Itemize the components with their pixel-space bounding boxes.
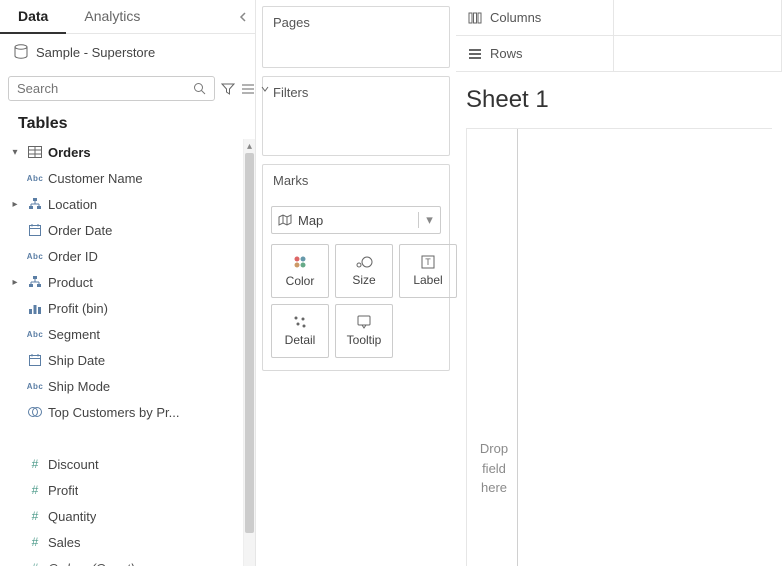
field-segment[interactable]: Abc Segment [0,321,247,347]
field-ship-date[interactable]: Ship Date [0,347,247,373]
data-source-row[interactable]: Sample - Superstore [0,34,255,70]
hierarchy-icon [28,276,42,288]
chevron-left-icon [239,12,247,22]
mark-size-button[interactable]: Size [335,244,393,298]
bin-icon [28,302,42,314]
view-mode-button[interactable] [241,83,255,95]
field-profit-bin[interactable]: Profit (bin) [0,295,247,321]
mark-tooltip-button[interactable]: Tooltip [335,304,393,358]
rows-icon [468,48,482,60]
field-discount[interactable]: # Discount [0,451,247,477]
field-quantity[interactable]: # Quantity [0,503,247,529]
pages-card[interactable]: Pages [262,6,450,68]
rows-shelf[interactable]: Rows [456,36,782,72]
chevron-right-icon[interactable]: ▸ [8,277,22,288]
chevron-right-icon[interactable]: ▸ [8,199,22,210]
datasource-icon [14,44,28,60]
caret-down-icon: ▾ [418,212,440,228]
columns-icon [468,12,482,24]
marks-title: Marks [263,165,449,196]
drop-field-hint: Drop field here [474,439,514,498]
rows-label: Rows [490,46,523,61]
filter-icon [221,82,235,96]
axis-rule [517,129,518,566]
label-icon: T [421,255,435,269]
table-orders[interactable]: ▾ Orders [0,139,247,165]
tooltip-icon [357,315,371,329]
field-orders-count[interactable]: # Orders (Count) [0,555,247,566]
chevron-down-icon: ▾ [8,147,22,158]
field-order-id[interactable]: Abc Order ID [0,243,247,269]
tab-data[interactable]: Data [0,0,66,33]
number-icon: # [24,561,46,566]
field-customer-name[interactable]: Abc Customer Name [0,165,247,191]
filters-card[interactable]: Filters [262,76,450,156]
set-icon [28,406,42,418]
search-icon [193,82,206,95]
number-icon: # [24,483,46,497]
collapse-pane-button[interactable] [231,0,255,33]
caret-down-icon [261,85,269,93]
columns-shelf[interactable]: Columns [456,0,782,36]
field-profit[interactable]: # Profit [0,477,247,503]
search-input[interactable] [17,81,193,96]
data-source-name: Sample - Superstore [36,45,155,60]
scroll-thumb[interactable] [245,153,254,533]
field-location[interactable]: ▸ Location [0,191,247,217]
scroll-up-icon[interactable]: ▴ [244,139,255,153]
string-icon: Abc [24,252,46,261]
string-icon: Abc [24,382,46,391]
number-icon: # [24,457,46,471]
hierarchy-icon [28,198,42,210]
mark-detail-button[interactable]: Detail [271,304,329,358]
mark-type-select[interactable]: Map ▾ [271,206,441,234]
mark-label-button[interactable]: T Label [399,244,457,298]
map-icon [278,214,292,226]
field-list: ▾ Orders Abc Customer Name ▸ Location [0,139,255,566]
pages-title: Pages [263,7,449,67]
viz-canvas[interactable]: Drop field here [466,128,772,566]
list-view-icon [241,83,255,95]
field-ship-mode[interactable]: Abc Ship Mode [0,373,247,399]
mark-color-button[interactable]: Color [271,244,329,298]
scrollbar[interactable]: ▴ [243,139,255,566]
field-top-customers[interactable]: Top Customers by Pr... [0,399,247,425]
rows-dropzone[interactable] [614,36,782,71]
view-mode-dropdown[interactable] [261,85,269,93]
svg-text:T: T [425,257,431,267]
marks-card: Marks Map ▾ Color Size [262,164,450,371]
mark-type-label: Map [298,213,418,228]
date-icon [29,224,41,236]
size-icon [355,255,373,269]
columns-dropzone[interactable] [614,0,782,35]
search-field[interactable] [8,76,215,101]
number-icon: # [24,509,46,523]
columns-label: Columns [490,10,541,25]
sheet-title[interactable]: Sheet 1 [466,86,772,114]
field-sales[interactable]: # Sales [0,529,247,555]
tab-analytics[interactable]: Analytics [66,0,158,33]
data-pane-tabs: Data Analytics [0,0,255,34]
filters-title: Filters [263,77,449,155]
table-label: Orders [48,145,91,160]
filter-button[interactable] [221,82,235,96]
date-icon [29,354,41,366]
string-icon: Abc [24,330,46,339]
field-order-date[interactable]: Order Date [0,217,247,243]
number-icon: # [24,535,46,549]
detail-icon [293,315,307,329]
table-icon [28,146,42,158]
tables-heading: Tables [0,107,255,139]
string-icon: Abc [24,174,46,183]
field-product[interactable]: ▸ Product [0,269,247,295]
color-icon [292,254,308,270]
